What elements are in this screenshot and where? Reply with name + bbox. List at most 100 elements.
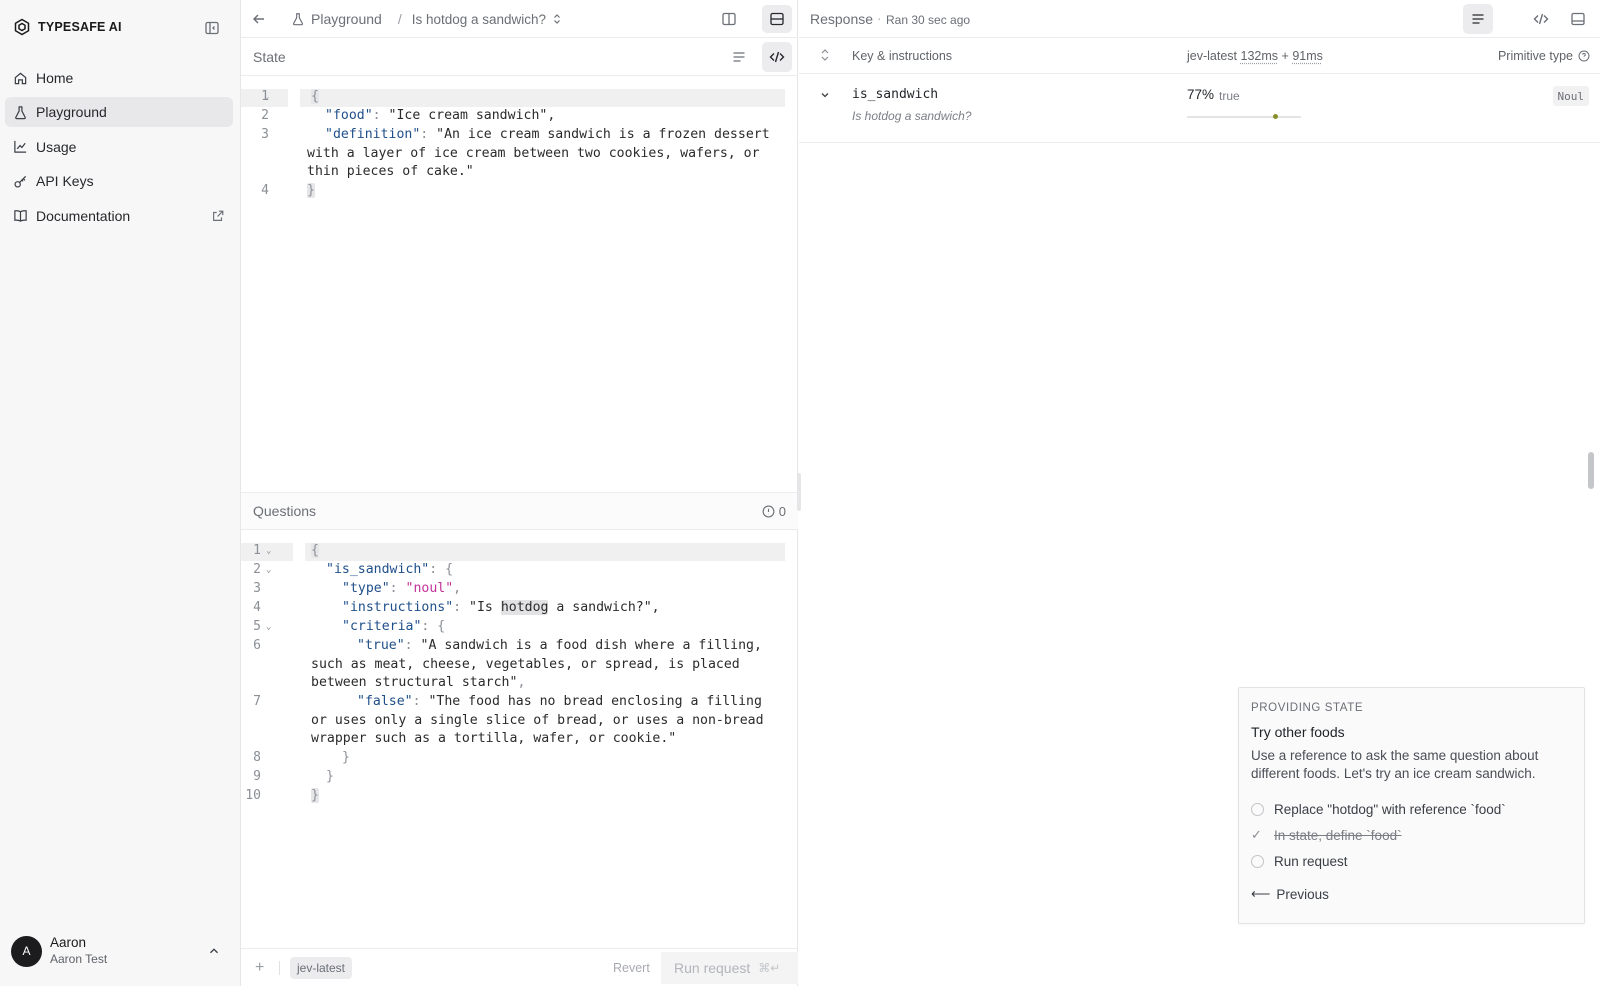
check-icon: ✓: [1251, 827, 1262, 842]
code-text: "food": "Ice cream sandwich",: [325, 108, 556, 123]
home-icon: [13, 71, 28, 86]
brand[interactable]: TYPESAFE AI: [13, 18, 122, 36]
chevron-up-icon[interactable]: [207, 944, 221, 958]
questions-editor[interactable]: 1 ⌄ { 2 ⌄ "is_sandwich": { 3 "type": "noul…: [241, 542, 798, 806]
run-request-button[interactable]: Run request ⌘↵: [661, 952, 798, 984]
line-number: 2: [261, 108, 269, 123]
breadcrumb-root[interactable]: Playground: [311, 11, 382, 27]
chevron-updown-icon[interactable]: [552, 13, 562, 25]
user-name: Aaron: [50, 935, 87, 950]
column-header-key: Key & instructions: [852, 49, 953, 63]
line-number: 5: [253, 619, 261, 634]
back-arrow-icon[interactable]: [251, 11, 267, 27]
latency-value: 132ms: [1240, 49, 1279, 63]
code-view-icon[interactable]: [762, 42, 792, 72]
circle-icon: [1251, 802, 1264, 816]
run-request-label: Run request: [674, 960, 751, 976]
code-text: "definition": "An ice cream sandwich is …: [307, 127, 778, 180]
previous-link[interactable]: ⟵ Previous: [1251, 886, 1572, 902]
tutorial-title: Try other foods: [1251, 724, 1345, 740]
highlighted-word: hotdog: [500, 600, 549, 615]
code-line: 1 ⌄ {: [241, 88, 798, 107]
line-number: 4: [261, 183, 269, 198]
format-lines-icon[interactable]: [731, 49, 747, 65]
json-key: "type": [342, 581, 390, 596]
editor-pane: Playground / Is hotdog a sandwich? State…: [241, 0, 798, 986]
tutorial-eyebrow: PROVIDING STATE: [1251, 702, 1364, 714]
fold-chevron-icon[interactable]: ⌄: [266, 618, 271, 637]
previous-label: Previous: [1276, 886, 1329, 902]
scrollbar-thumb[interactable]: [1588, 452, 1594, 489]
code-text: }: [311, 787, 784, 806]
sort-icon[interactable]: [818, 48, 832, 62]
code-text: "type": "noul",: [342, 581, 462, 596]
json-key: "definition": [325, 127, 421, 142]
code-line: 4 "instructions": "Is hotdog a sandwich?…: [241, 599, 798, 618]
chevron-down-icon[interactable]: [819, 88, 831, 100]
divider: [279, 961, 280, 975]
code-text: }: [342, 750, 350, 765]
fold-chevron-icon[interactable]: ⌄: [266, 561, 271, 580]
book-icon: [13, 208, 28, 223]
revert-button[interactable]: Revert: [613, 961, 650, 975]
sidebar-item-playground[interactable]: Playground: [5, 97, 233, 128]
circle-icon: [1251, 854, 1264, 868]
code-text: "false": "The food has no bread enclosin…: [311, 694, 772, 747]
tutorial-step[interactable]: Replace "hotdog" with reference `food`: [1251, 796, 1572, 822]
issue-count: 0: [778, 504, 786, 519]
breadcrumb-current[interactable]: Is hotdog a sandwich?: [412, 12, 546, 27]
table-row[interactable]: is_sandwich Is hotdog a sandwich? 77% tr…: [799, 74, 1600, 143]
code-line: 9 }: [241, 768, 798, 787]
external-link-icon: [211, 209, 225, 223]
confidence-percent: 77%: [1187, 87, 1215, 102]
tutorial-card: PROVIDING STATE Try other foods Use a re…: [1238, 687, 1585, 924]
questions-panel-title: Questions: [253, 503, 317, 519]
help-circle-icon[interactable]: [1578, 50, 1590, 62]
code-line: 10 }: [241, 787, 798, 806]
code-text: "is_sandwich": {: [326, 562, 454, 577]
split-rows-icon[interactable]: [762, 5, 792, 33]
tutorial-step-label: In state, define `food`: [1274, 827, 1402, 843]
sidebar-item-documentation[interactable]: Documentation: [5, 201, 233, 231]
avatar: A: [11, 935, 42, 967]
sidebar-collapse-icon[interactable]: [204, 20, 220, 36]
code-line: 2 "food": "Ice cream sandwich",: [241, 107, 798, 126]
user-subtitle: Aaron Test: [50, 952, 108, 966]
sidebar-item-api-keys[interactable]: API Keys: [5, 166, 233, 196]
panel-bottom-icon[interactable]: [1570, 11, 1586, 27]
tutorial-step[interactable]: Run request: [1251, 848, 1572, 874]
split-columns-icon[interactable]: [721, 11, 737, 27]
json-key: "is_sandwich": [326, 562, 430, 577]
model-selector[interactable]: jev-latest: [290, 957, 353, 979]
response-value: true: [1219, 89, 1240, 103]
flask-icon: [291, 12, 305, 26]
confidence-bar: [1187, 114, 1301, 119]
code-text: {: [311, 542, 784, 561]
code-view-icon[interactable]: [1533, 11, 1549, 27]
response-topbar: Response · Ran 30 sec ago: [799, 0, 1600, 38]
json-key: "true": [357, 638, 405, 653]
editor-footer: + jev-latest Revert Run request ⌘↵: [241, 948, 798, 986]
sidebar-item-label: Playground: [36, 104, 107, 121]
column-header-model: jev-latest 132ms + 91ms: [1187, 49, 1323, 63]
model-name: jev-latest: [1187, 49, 1238, 63]
ran-timestamp: Ran 30 sec ago: [886, 13, 971, 27]
tutorial-step[interactable]: ✓ In state, define `food`: [1251, 822, 1572, 848]
json-key: "food": [325, 108, 373, 123]
sidebar-item-home[interactable]: Home: [5, 63, 233, 93]
json-key: "instructions": [342, 600, 454, 615]
tutorial-step-label: Replace "hotdog" with reference `food`: [1274, 801, 1506, 817]
issues-indicator[interactable]: 0: [762, 504, 786, 519]
code-line: 8 }: [241, 749, 798, 768]
response-title: Response: [810, 11, 874, 27]
sidebar-item-usage[interactable]: Usage: [5, 132, 233, 162]
questions-panel-header: Questions 0: [241, 492, 798, 530]
fold-chevron-icon[interactable]: ⌄: [264, 88, 269, 107]
list-view-icon[interactable]: [1463, 4, 1493, 34]
json-value: "Is: [469, 600, 501, 615]
plus-icon[interactable]: +: [255, 959, 264, 977]
user-menu[interactable]: A Aaron Aaron Test: [11, 934, 231, 968]
fold-chevron-icon[interactable]: ⌄: [266, 542, 271, 561]
confidence-marker: [1272, 114, 1278, 119]
state-editor[interactable]: 1 ⌄ { 2 "food": "Ice cream sandwich", 3 "…: [241, 88, 798, 201]
